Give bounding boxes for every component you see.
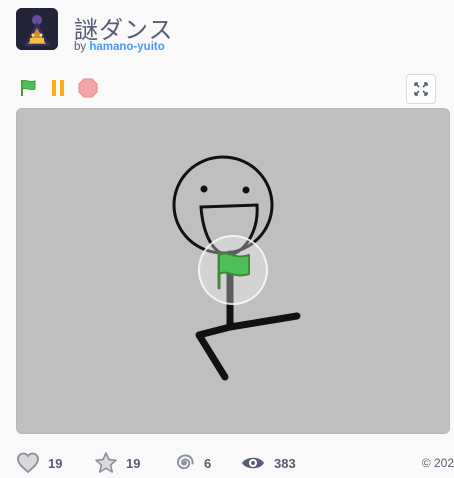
favorite-stat[interactable]: 19 [94, 450, 140, 476]
project-title: 謎ダンス [74, 17, 174, 44]
stop-icon [78, 78, 98, 98]
view-count: 383 [274, 455, 296, 471]
love-stat[interactable]: 19 [16, 450, 62, 476]
fullscreen-icon [414, 82, 428, 96]
love-count: 19 [48, 455, 63, 471]
author-avatar[interactable] [16, 8, 58, 50]
green-flag-button[interactable] [16, 76, 40, 100]
stop-button[interactable] [76, 76, 100, 100]
remix-stat[interactable]: 6 [172, 450, 211, 476]
eye-icon [242, 457, 264, 469]
byline-prefix: by [74, 41, 87, 53]
star-icon [95, 452, 117, 473]
remix-count: 6 [204, 455, 212, 471]
author-link[interactable]: hamano-yuito [89, 41, 164, 53]
fullscreen-button[interactable] [406, 74, 436, 104]
start-flag-overlay[interactable] [198, 235, 268, 305]
green-flag-icon [217, 251, 250, 290]
favorite-count: 19 [126, 455, 141, 471]
pause-icon [52, 80, 64, 96]
player-controls [16, 74, 436, 104]
copyright-text: © 202 [421, 456, 454, 470]
heart-icon [17, 452, 39, 474]
project-stage[interactable] [16, 108, 450, 434]
project-byline: by hamano-yuito [74, 41, 165, 53]
green-flag-icon [21, 79, 36, 96]
view-stat: 383 [240, 450, 296, 476]
project-stats: 19 19 6 383 © 202 [16, 450, 454, 478]
remix-spiral-icon [177, 454, 194, 470]
pause-button[interactable] [46, 76, 70, 100]
